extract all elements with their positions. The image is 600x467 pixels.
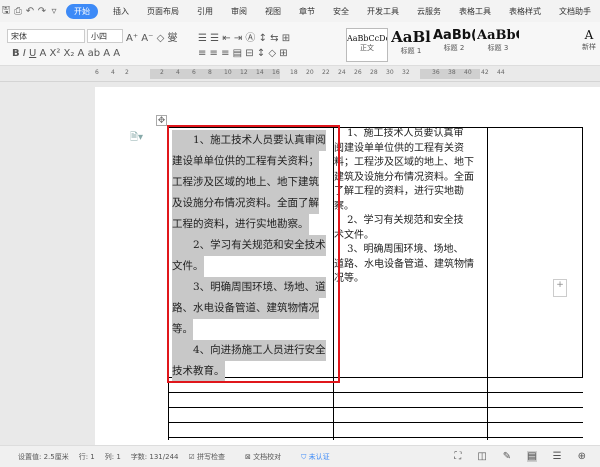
text-line: 1、施工技术人员要认真审 (334, 128, 464, 139)
tab-security[interactable]: 安全 (324, 6, 358, 17)
ruler-tick: 30 (386, 69, 394, 76)
ruler-tick: 20 (306, 69, 314, 76)
tab-layout[interactable]: 页面布局 (138, 6, 188, 17)
undo-icon[interactable]: ↶ (24, 6, 36, 17)
ruler-tick: 6 (95, 69, 99, 76)
spell-check-label: 拼写检查 (197, 452, 225, 461)
ruler-tick: 38 (448, 69, 456, 76)
toolbar: 宋体 小四 A⁺ A⁻ ◇ 燮 B I U A X² X₂ A ab A A ☰… (0, 22, 600, 66)
ruler-tick: 44 (497, 69, 505, 76)
menu-bar: 🖫 ⎙ ↶ ↷ ▿ 开始 插入 页面布局 引用 审阅 视图 章节 安全 开发工具… (0, 0, 600, 22)
spell-check-button[interactable]: ☑ 拼写检查 (188, 452, 235, 462)
ruler-tick: 16 (272, 69, 280, 76)
text-line: 道路、水电设备管道、建筑物情 (334, 258, 474, 270)
ruler-tick: 42 (481, 69, 489, 76)
text-line: 术文件。 (334, 229, 374, 241)
text-line: 了解工程的资料，进行实地勘 (334, 186, 464, 197)
text-line: 料；工程涉及区域的地上、地下 (334, 157, 474, 168)
ruler-tick: 10 (224, 69, 232, 76)
setting-value: 设置值: 2.5厘米 (18, 452, 69, 461)
proofread-label: 文档校对 (253, 452, 282, 461)
page-view-icon[interactable]: ▤ (527, 451, 537, 462)
style-heading1[interactable]: AaBl 标题 1 (390, 28, 432, 62)
ruler-tick: 26 (354, 69, 362, 76)
certification-label: 未认证 (308, 452, 330, 461)
print-preview-icon[interactable]: ⎙ (12, 6, 24, 17)
ruler-tick: 18 (290, 69, 298, 76)
certification-button[interactable]: ⛉ 未认证 (301, 452, 339, 462)
web-view-icon[interactable]: ⊕ (578, 451, 586, 462)
ruler-tick: 36 (432, 69, 440, 76)
word-count[interactable]: 字数: 131/244 (131, 452, 179, 462)
text-line: 3、明确周围环境、场地、 (334, 244, 464, 255)
style-heading3[interactable]: AaBbC标题 3 (477, 28, 519, 62)
outline-view-icon[interactable]: ☰ (553, 451, 562, 462)
tab-review[interactable]: 审阅 (222, 6, 256, 17)
tab-references[interactable]: 引用 (188, 6, 222, 17)
text-line: 况等。 (334, 273, 364, 284)
tab-insert[interactable]: 插入 (104, 6, 138, 17)
fullscreen-icon[interactable]: ⛶ (454, 451, 461, 462)
font-size-select[interactable]: 小四 (87, 29, 123, 43)
ruler-tick: 2 (160, 69, 164, 76)
format-tools-icon[interactable]: B I U A X² X₂ A ab A A (12, 48, 120, 59)
tab-section[interactable]: 章节 (290, 6, 324, 17)
font-tools-icon[interactable]: A⁺ A⁻ ◇ 燮 (126, 29, 177, 44)
tab-view[interactable]: 视图 (256, 6, 290, 17)
ruler-tick: 22 (322, 69, 330, 76)
status-bar: 设置值: 2.5厘米 行: 1 列: 1 字数: 131/244 ☑ 拼写检查 … (0, 445, 600, 467)
align-tools-icon[interactable]: ≡ ≡ ≡ ▤ ⊟ ↕ ◇ ⊞ (198, 48, 288, 59)
save-icon[interactable]: 🖫 (0, 3, 12, 20)
text-line: 2、学习有关规范和安全技 (334, 215, 464, 226)
document-map-icon[interactable]: 🗎▾ (130, 130, 143, 147)
row-indicator: 行: 1 (78, 452, 95, 461)
tab-table-tools[interactable]: 表格工具 (450, 6, 500, 17)
table-cell[interactable] (487, 127, 583, 378)
ruler-tick: 12 (240, 69, 248, 76)
dropdown-icon[interactable]: ▿ (48, 6, 60, 17)
paragraph-tools-icon[interactable]: ☰ ☰ ⇤ ⇥ Ⓐ ↕ ⇆ ⊞ (198, 29, 290, 44)
ruler-tick: 40 (464, 69, 472, 76)
proofread-button[interactable]: ⊠ 文档校对 (245, 452, 291, 462)
ruler-tick: 6 (192, 69, 196, 76)
style-heading2[interactable]: AaBb(标题 2 (433, 28, 475, 62)
tab-cloud[interactable]: 云服务 (408, 6, 450, 17)
highlight-box (167, 125, 340, 383)
cell-text[interactable]: 1、施工技术人员要认真审 阅建设单单位供的工程有关资 料；工程涉及区域的地上、地… (334, 127, 486, 287)
ruler-tick: 32 (402, 69, 410, 76)
tab-developer[interactable]: 开发工具 (358, 6, 408, 17)
redo-icon[interactable]: ↷ (36, 6, 48, 17)
font-select[interactable]: 宋体 (7, 29, 85, 43)
style-normal[interactable]: AaBbCcDc 正文 (346, 28, 388, 62)
tab-doc-assistant[interactable]: 文档助手 (550, 6, 600, 17)
ruler-tick: 24 (338, 69, 346, 76)
col-indicator: 列: 1 (104, 452, 121, 461)
ruler-tick: 4 (111, 69, 115, 76)
text-line: 察。 (334, 200, 354, 212)
reading-mode-icon[interactable]: ◫ (477, 451, 486, 462)
ruler-tick: 28 (370, 69, 378, 76)
ruler[interactable]: 6 4 2 2 4 6 8 10 12 14 16 18 20 22 24 26… (0, 66, 600, 82)
text-line: 阅建设单单位供的工程有关资 (334, 142, 464, 154)
new-style-button[interactable]: A 新样 (578, 28, 600, 62)
ruler-tick: 4 (176, 69, 180, 76)
ruler-tick: 2 (125, 69, 129, 76)
tab-table-style[interactable]: 表格样式 (500, 6, 550, 17)
text-line: 建筑及设施分布情况资料。全面 (334, 171, 474, 183)
ruler-tick: 14 (256, 69, 264, 76)
tab-home[interactable]: 开始 (66, 3, 98, 19)
ruler-tick: 8 (208, 69, 212, 76)
table-move-handle-icon[interactable]: ✥ (156, 115, 167, 126)
pen-icon[interactable]: ✎ (503, 451, 511, 462)
